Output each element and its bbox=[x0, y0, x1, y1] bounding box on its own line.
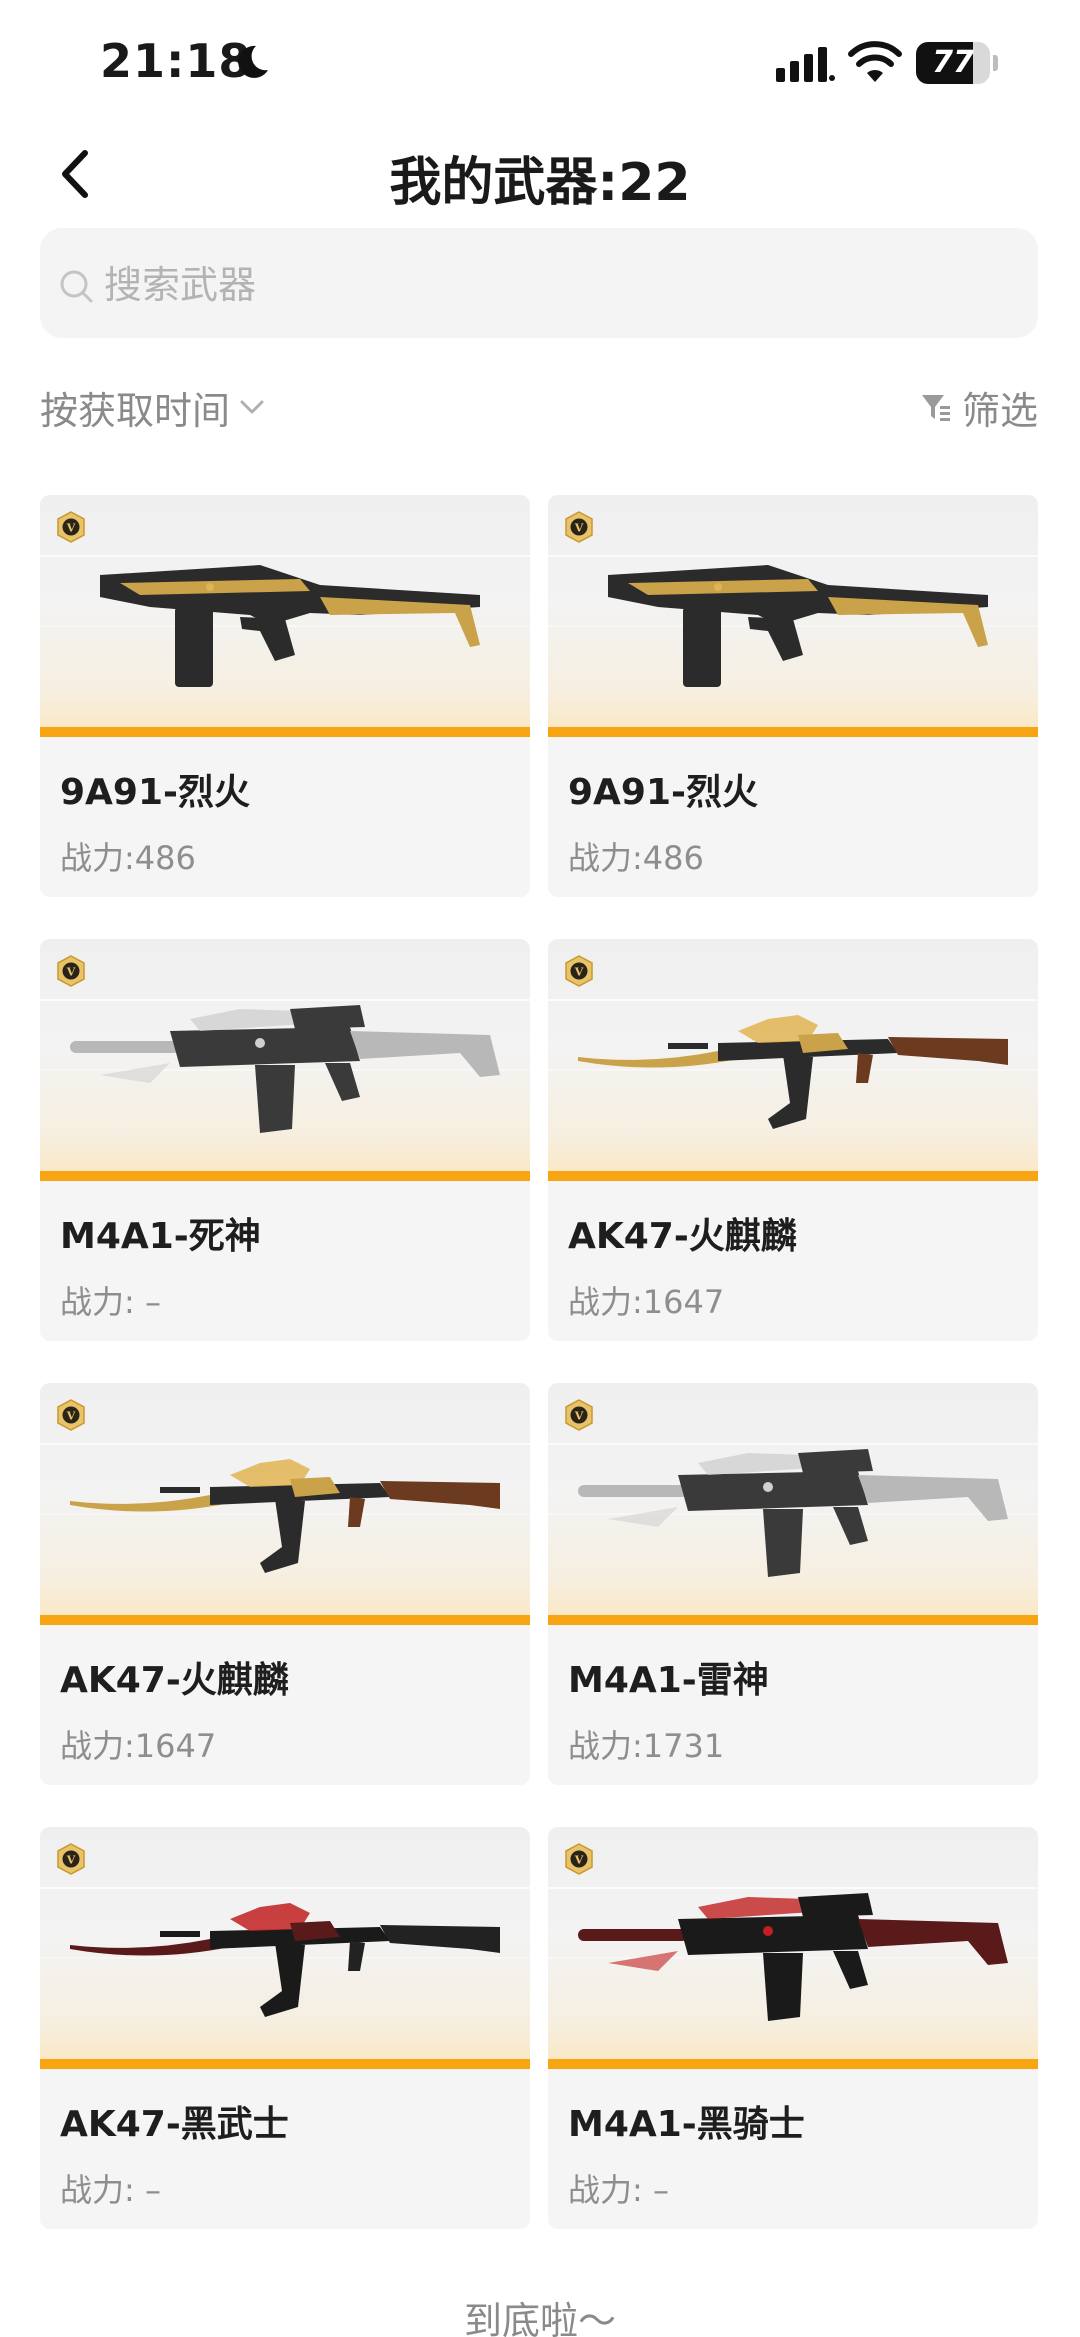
weapon-name: M4A1-雷神 bbox=[568, 1660, 769, 1701]
weapon-name: AK47-火麒麟 bbox=[568, 1216, 797, 1257]
weapon-image-area: V bbox=[40, 1827, 530, 2069]
weapon-image bbox=[578, 1893, 1008, 2021]
weapon-image-area: V bbox=[548, 1827, 1038, 2069]
page-title: 我的武器:22 bbox=[389, 153, 691, 213]
weapon-grid: V 9A91-烈火 战力:486 V 9A91-烈火 战力:486 V M4A1… bbox=[40, 495, 1038, 2229]
chevron-down-icon bbox=[240, 400, 264, 414]
weapon-power: 战力:486 bbox=[568, 839, 704, 877]
sort-dropdown[interactable]: 按获取时间 bbox=[40, 382, 266, 433]
weapon-power: 战力: – bbox=[568, 2171, 669, 2209]
search-input[interactable] bbox=[104, 255, 984, 315]
weapon-card[interactable]: V M4A1-雷神 战力:1731 bbox=[548, 1383, 1038, 1785]
status-time: 21:18 bbox=[100, 34, 252, 88]
svg-text:V: V bbox=[66, 1410, 76, 1423]
weapon-image bbox=[608, 565, 988, 687]
search-icon bbox=[60, 270, 93, 303]
weapon-image bbox=[578, 1449, 1008, 1577]
weapon-card[interactable]: V AK47-黑武士 战力: – bbox=[40, 1827, 530, 2229]
weapon-image-area: V bbox=[548, 1383, 1038, 1625]
weapon-image-area: V bbox=[40, 495, 530, 737]
weapon-name: M4A1-死神 bbox=[60, 1216, 261, 1257]
weapon-power: 战力: – bbox=[60, 2171, 161, 2209]
weapon-image bbox=[578, 1015, 1008, 1129]
weapon-image-area: V bbox=[548, 939, 1038, 1181]
weapon-image bbox=[70, 1903, 500, 2017]
status-bar: 21:18 77 bbox=[0, 0, 1080, 126]
weapon-card[interactable]: V M4A1-黑骑士 战力: – bbox=[548, 1827, 1038, 2229]
cellular-signal-icon bbox=[776, 47, 835, 82]
svg-text:V: V bbox=[66, 966, 76, 979]
svg-text:V: V bbox=[574, 1410, 584, 1423]
filter-button[interactable]: 筛选 bbox=[920, 382, 1038, 433]
end-of-list-text: 到底啦～ bbox=[463, 2299, 616, 2337]
weapon-card[interactable]: V AK47-火麒麟 战力:1647 bbox=[548, 939, 1038, 1341]
battery-level: 77 bbox=[932, 45, 974, 80]
filter-icon bbox=[921, 395, 950, 421]
filter-label: 筛选 bbox=[961, 388, 1038, 433]
weapon-image-area: V bbox=[40, 1383, 530, 1625]
weapon-image bbox=[70, 1459, 500, 1573]
weapon-image bbox=[100, 565, 480, 687]
weapon-name: 9A91-烈火 bbox=[60, 772, 250, 813]
wifi-icon bbox=[848, 41, 902, 82]
battery-icon: 77 bbox=[916, 42, 998, 84]
weapon-card[interactable]: V 9A91-烈火 战力:486 bbox=[548, 495, 1038, 897]
weapon-name: AK47-火麒麟 bbox=[60, 1660, 289, 1701]
sort-label: 按获取时间 bbox=[40, 388, 231, 433]
weapon-name: M4A1-黑骑士 bbox=[568, 2104, 805, 2145]
svg-text:V: V bbox=[574, 966, 584, 979]
weapon-power: 战力: – bbox=[60, 1283, 161, 1321]
weapon-card[interactable]: V AK47-火麒麟 战力:1647 bbox=[40, 1383, 530, 1785]
weapon-power: 战力:486 bbox=[60, 839, 196, 877]
svg-text:V: V bbox=[66, 1854, 76, 1867]
weapon-card[interactable]: V 9A91-烈火 战力:486 bbox=[40, 495, 530, 897]
weapon-power: 战力:1731 bbox=[568, 1727, 725, 1765]
weapon-power: 战力:1647 bbox=[568, 1283, 725, 1321]
weapon-image bbox=[70, 1005, 500, 1133]
weapon-image-area: V bbox=[40, 939, 530, 1181]
moon-icon bbox=[238, 45, 268, 78]
svg-text:V: V bbox=[66, 522, 76, 535]
weapon-power: 战力:1647 bbox=[60, 1727, 217, 1765]
weapon-name: AK47-黑武士 bbox=[60, 2104, 289, 2145]
weapon-name: 9A91-烈火 bbox=[568, 772, 758, 813]
svg-text:V: V bbox=[574, 1854, 584, 1867]
svg-text:V: V bbox=[574, 522, 584, 535]
weapon-card[interactable]: V M4A1-死神 战力: – bbox=[40, 939, 530, 1341]
weapon-image-area: V bbox=[548, 495, 1038, 737]
